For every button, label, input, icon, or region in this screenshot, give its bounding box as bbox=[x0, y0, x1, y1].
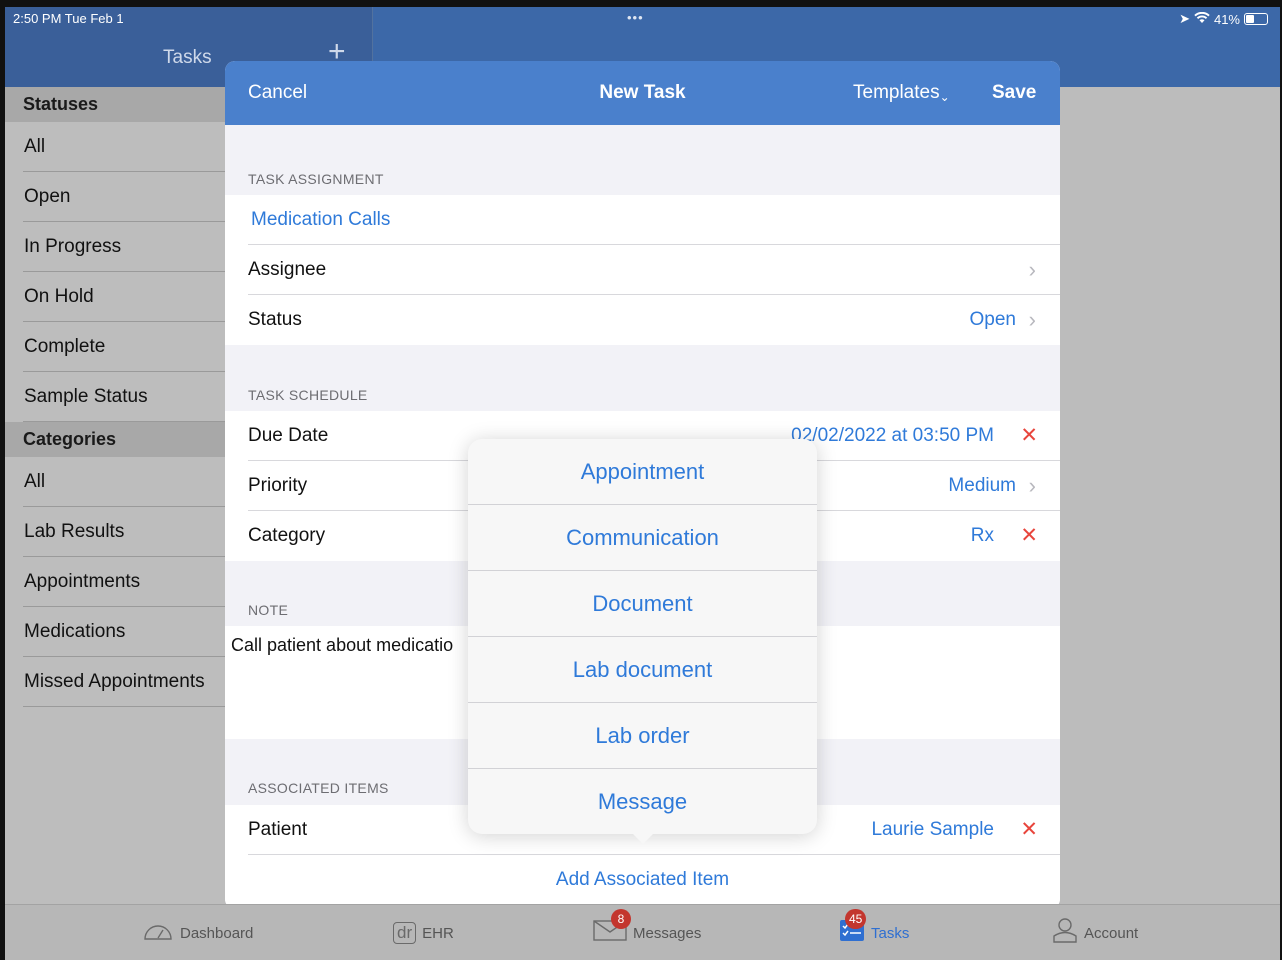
sidebar-item-category-appointments[interactable]: Appointments bbox=[5, 557, 245, 607]
tab-dashboard[interactable]: Dashboard bbox=[142, 905, 253, 960]
status-indicators: ➤ 41% bbox=[1179, 11, 1268, 27]
templates-label: Templates bbox=[853, 82, 940, 103]
sidebar-title: Tasks bbox=[163, 47, 212, 68]
popover-item-appointment[interactable]: Appointment bbox=[468, 439, 817, 505]
clear-category-icon[interactable]: ✕ bbox=[1020, 523, 1038, 548]
task-schedule-label: TASK SCHEDULE bbox=[248, 387, 368, 403]
chevron-down-icon: ⌄ bbox=[939, 90, 950, 104]
chevron-right-icon: › bbox=[1028, 307, 1036, 332]
multitasking-dots[interactable]: ••• bbox=[627, 10, 644, 25]
battery-percent: 41% bbox=[1213, 11, 1240, 27]
sidebar-item-status-open[interactable]: Open bbox=[5, 172, 245, 222]
battery-icon bbox=[1244, 13, 1268, 25]
gauge-icon bbox=[142, 919, 174, 947]
task-name: Medication Calls bbox=[251, 209, 391, 230]
priority-label: Priority bbox=[248, 475, 308, 496]
sidebar: Statuses All Open In Progress On Hold Co… bbox=[5, 87, 245, 907]
templates-button[interactable]: Templates⌄ bbox=[853, 82, 950, 104]
sidebar-item-category-missed-appointments[interactable]: Missed Appointments bbox=[5, 657, 245, 707]
tab-ehr[interactable]: dr EHR bbox=[393, 905, 454, 960]
add-associated-item-cell[interactable]: Add Associated Item bbox=[225, 855, 1060, 905]
clear-due-date-icon[interactable]: ✕ bbox=[1020, 423, 1038, 448]
sidebar-item-status-sample[interactable]: Sample Status bbox=[5, 372, 245, 422]
assignee-cell[interactable]: Assignee › bbox=[225, 245, 1060, 295]
chevron-right-icon: › bbox=[1028, 473, 1036, 498]
tab-dashboard-label: Dashboard bbox=[180, 924, 254, 942]
priority-value: Medium bbox=[948, 475, 1016, 496]
messages-badge: 8 bbox=[611, 909, 631, 929]
location-icon: ➤ bbox=[1179, 11, 1190, 26]
tasks-badge: 45 bbox=[845, 909, 867, 929]
tab-messages[interactable]: Messages bbox=[593, 905, 701, 960]
status-cell[interactable]: Status Open › bbox=[225, 295, 1060, 345]
wifi-icon bbox=[1194, 11, 1210, 27]
sidebar-item-status-in-progress[interactable]: In Progress bbox=[5, 222, 245, 272]
categories-header: Categories bbox=[5, 422, 245, 457]
note-label: NOTE bbox=[248, 602, 289, 618]
account-icon bbox=[1052, 917, 1078, 949]
associated-items-label: ASSOCIATED ITEMS bbox=[248, 780, 389, 796]
note-text: Call patient about medicatio bbox=[231, 635, 454, 655]
popover-item-lab-order[interactable]: Lab order bbox=[468, 703, 817, 769]
popover-item-communication[interactable]: Communication bbox=[468, 505, 817, 571]
patient-value: Laurie Sample bbox=[871, 819, 994, 840]
modal-nav-bar: New Task Cancel Templates⌄ Save bbox=[225, 61, 1060, 125]
tab-account-label: Account bbox=[1084, 924, 1139, 942]
task-name-cell[interactable]: Medication Calls bbox=[225, 195, 1060, 245]
category-label: Category bbox=[248, 525, 326, 546]
associated-item-popover: Appointment Communication Document Lab d… bbox=[468, 439, 817, 834]
patient-label: Patient bbox=[248, 819, 308, 840]
category-value: Rx bbox=[970, 525, 994, 546]
status-value: Open bbox=[969, 309, 1016, 330]
due-date-label: Due Date bbox=[248, 425, 329, 446]
add-associated-item-button[interactable]: Add Associated Item bbox=[225, 869, 1060, 891]
status-label: Status bbox=[248, 309, 302, 330]
sidebar-item-status-complete[interactable]: Complete bbox=[5, 322, 245, 372]
popover-item-document[interactable]: Document bbox=[468, 571, 817, 637]
tab-account[interactable]: Account bbox=[1052, 905, 1138, 960]
popover-item-message[interactable]: Message bbox=[468, 769, 817, 834]
save-button[interactable]: Save bbox=[992, 82, 1036, 104]
sidebar-item-category-all[interactable]: All bbox=[5, 457, 245, 507]
ehr-icon: dr bbox=[393, 922, 417, 944]
tab-tasks-label: Tasks bbox=[871, 924, 910, 942]
due-date-value: 02/02/2022 at 03:50 PM bbox=[791, 425, 994, 446]
tab-ehr-label: EHR bbox=[422, 924, 454, 942]
chevron-right-icon: › bbox=[1028, 257, 1036, 282]
status-time: 2:50 PM Tue Feb 1 bbox=[13, 11, 124, 26]
sidebar-item-status-all[interactable]: All bbox=[5, 122, 245, 172]
tab-bar: Dashboard dr EHR Messages 8 Tasks 45 Acc… bbox=[5, 904, 1280, 960]
sidebar-item-status-on-hold[interactable]: On Hold bbox=[5, 272, 245, 322]
task-assignment-label: TASK ASSIGNMENT bbox=[248, 171, 384, 187]
sidebar-item-category-lab-results[interactable]: Lab Results bbox=[5, 507, 245, 557]
popover-item-lab-document[interactable]: Lab document bbox=[468, 637, 817, 703]
tab-messages-label: Messages bbox=[633, 924, 702, 942]
sidebar-item-category-medications[interactable]: Medications bbox=[5, 607, 245, 657]
assignee-label: Assignee bbox=[248, 259, 327, 280]
remove-patient-icon[interactable]: ✕ bbox=[1020, 817, 1038, 842]
ipad-screen: Tasks + 2:50 PM Tue Feb 1 ••• ➤ 41% Stat… bbox=[5, 7, 1280, 960]
popover-arrow bbox=[630, 831, 656, 844]
statuses-header: Statuses bbox=[5, 87, 245, 122]
cancel-button[interactable]: Cancel bbox=[248, 82, 307, 104]
